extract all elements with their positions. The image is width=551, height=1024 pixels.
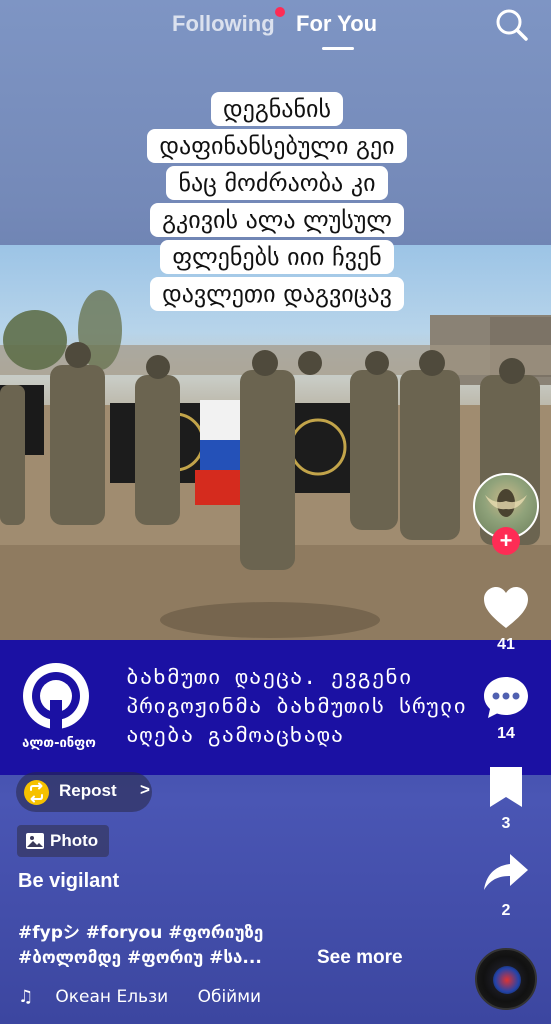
caption-line: გკივის ალა ლუსულ [150,203,404,237]
music-artist: Океан Ельзи [55,987,169,1007]
music-title: Обійми [197,987,262,1007]
feed-screen: Following For You დეგნანის დაფინანსებული… [0,0,551,1024]
chevron-right-icon: > [140,780,150,799]
caption-line: დავლეთი დაგვიცავ [150,277,404,311]
caption-line: ნაც მოძრაობა კი [166,166,388,200]
banner-headline-line: ბახმუთი დაეცა. ევგენი [126,665,413,689]
caption-line: დაფინანსებული გეი [147,129,407,163]
hashtags-line[interactable]: #fypシ #foryou #ფორიუზე [18,918,263,943]
caption-line: ფლენებს იიი ჩვენ [160,240,394,274]
save-count: 3 [501,815,511,832]
comment-count: 14 [497,725,515,742]
like-button[interactable]: 41 [476,586,536,654]
tab-following[interactable]: Following [172,11,275,37]
banner-headline-line: აღება გამოაცხადა [126,723,345,747]
repost-label: Repost [59,781,117,800]
heart-icon [484,587,528,628]
photo-caption-overlay: დეგნანის დაფინანსებული გეი ნაც მოძრაობა … [97,92,457,314]
music-disc-cover [493,966,521,994]
caption-line: დეგნანის [211,92,343,126]
like-count: 41 [497,636,515,653]
following-notification-dot [275,7,285,17]
alt-info-logo [20,660,92,732]
share-button[interactable]: 2 [476,852,536,920]
photo-label: Photo [50,831,99,850]
music-disc[interactable] [475,948,537,1010]
post-title: Be vigilant [18,870,120,892]
share-icon [484,854,528,890]
logo-text: ალთ-ინფო [22,736,96,751]
comment-button[interactable]: 14 [476,675,536,743]
hashtags-line[interactable]: #ბოლომდე #ფორიუ #სა... [18,948,262,968]
follow-button[interactable]: + [492,527,520,555]
banner-headline-line: პრიგოჟინმა ბახმუთის სრული [126,694,468,718]
bookmark-icon [490,767,522,807]
photo-badge: Photo [17,825,109,857]
search-icon[interactable] [494,7,530,43]
active-tab-indicator [322,47,354,50]
share-count: 2 [501,902,511,919]
save-button[interactable]: 3 [476,765,536,833]
repost-icon [24,780,49,805]
music-info[interactable]: ♫ Океан Ельзи Обійми [18,987,261,1007]
top-navigation: Following For You [0,0,551,60]
music-note-icon: ♫ [18,987,34,1007]
see-more-link[interactable]: See more [317,947,403,969]
repost-button[interactable]: Repost > [16,772,152,812]
comment-icon [484,677,528,718]
tab-for-you[interactable]: For You [296,11,377,37]
photo-icon [26,833,44,849]
